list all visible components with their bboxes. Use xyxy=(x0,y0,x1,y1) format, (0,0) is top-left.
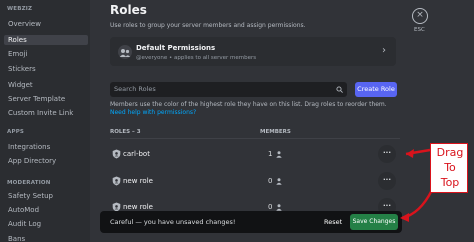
sidebar-item-app-directory[interactable]: App Directory xyxy=(4,156,88,166)
person-icon xyxy=(276,178,282,185)
search-placeholder: Search Roles xyxy=(114,85,156,93)
role-member-count: 0 xyxy=(268,177,273,185)
role-name: new role xyxy=(123,203,153,211)
sidebar-item-emoji[interactable]: Emoji xyxy=(4,49,88,59)
annotation-line: To xyxy=(444,161,456,174)
permissions-help-link[interactable]: Need help with permissions? xyxy=(110,109,196,116)
chevron-right-icon: › xyxy=(382,45,386,56)
shield-icon xyxy=(112,149,121,159)
role-name: new role xyxy=(123,177,153,185)
sidebar-item-integrations[interactable]: Integrations xyxy=(4,142,88,152)
more-options-button[interactable]: ··· xyxy=(378,145,396,163)
role-name: carl-bot xyxy=(123,150,150,158)
roles-column-header: ROLES – 3 xyxy=(110,129,141,135)
default-permissions-title: Default Permissions xyxy=(136,44,216,52)
annotation-arrow-bottom xyxy=(401,189,434,220)
role-row[interactable]: new role 0 ··· xyxy=(110,169,400,193)
unsaved-changes-message: Careful — you have unsaved changes! xyxy=(110,218,236,226)
page-title: Roles xyxy=(110,3,147,17)
sidebar-item-widget[interactable]: Widget xyxy=(4,80,88,90)
close-icon[interactable]: × xyxy=(412,8,428,24)
role-member-count: 1 xyxy=(268,150,273,158)
role-row[interactable]: carl-bot 1 ··· xyxy=(110,142,400,166)
default-permissions-card[interactable]: Default Permissions @everyone • applies … xyxy=(110,37,396,66)
sidebar-server-header: WEBZIZ xyxy=(7,6,33,12)
sidebar-item-safety-setup[interactable]: Safety Setup xyxy=(4,191,88,201)
members-column-header: MEMBERS xyxy=(260,129,291,135)
sidebar-item-custom-invite-link[interactable]: Custom Invite Link xyxy=(4,108,88,118)
sidebar-item-bans[interactable]: Bans xyxy=(4,234,88,242)
create-role-button[interactable]: Create Role xyxy=(355,82,397,97)
sidebar-item-server-template[interactable]: Server Template xyxy=(4,94,88,104)
drag-to-top-annotation: Drag To Top xyxy=(430,143,468,193)
person-icon xyxy=(276,151,282,158)
more-options-button[interactable]: ··· xyxy=(378,172,396,190)
roles-panel: Roles Use roles to group your server mem… xyxy=(100,0,406,242)
annotation-line: Drag xyxy=(436,146,464,159)
unsaved-changes-bar: Careful — you have unsaved changes! Rese… xyxy=(100,211,402,233)
esc-label: ESC xyxy=(414,27,425,33)
sidebar-moderation-header: MODERATION xyxy=(7,180,51,186)
annotation-line: Top xyxy=(440,176,460,189)
default-permissions-subtitle: @everyone • applies to all server member… xyxy=(136,55,257,61)
shield-icon xyxy=(112,176,121,186)
reset-button[interactable]: Reset xyxy=(324,218,342,226)
divider xyxy=(110,138,400,139)
save-changes-button[interactable]: Save Changes xyxy=(350,214,398,230)
people-icon xyxy=(118,45,132,59)
role-order-hint: Members use the color of the highest rol… xyxy=(110,101,400,117)
annotation-arrow-top xyxy=(405,148,431,156)
hint-text: Members use the color of the highest rol… xyxy=(110,101,387,108)
page-subtitle: Use roles to group your server members a… xyxy=(110,22,306,29)
sidebar-item-automod[interactable]: AutoMod xyxy=(4,205,88,215)
sidebar-item-roles[interactable]: Roles xyxy=(4,35,88,45)
settings-sidebar: WEBZIZ Overview Roles Emoji Stickers Wid… xyxy=(0,0,90,242)
person-icon xyxy=(276,204,282,211)
sidebar-item-audit-log[interactable]: Audit Log xyxy=(4,219,88,229)
sidebar-item-overview[interactable]: Overview xyxy=(4,19,88,29)
search-roles-input[interactable]: Search Roles xyxy=(110,82,347,97)
sidebar-item-stickers[interactable]: Stickers xyxy=(4,64,88,74)
sidebar-apps-header: APPS xyxy=(7,129,25,135)
role-member-count: 0 xyxy=(268,203,273,211)
search-icon xyxy=(336,86,343,93)
